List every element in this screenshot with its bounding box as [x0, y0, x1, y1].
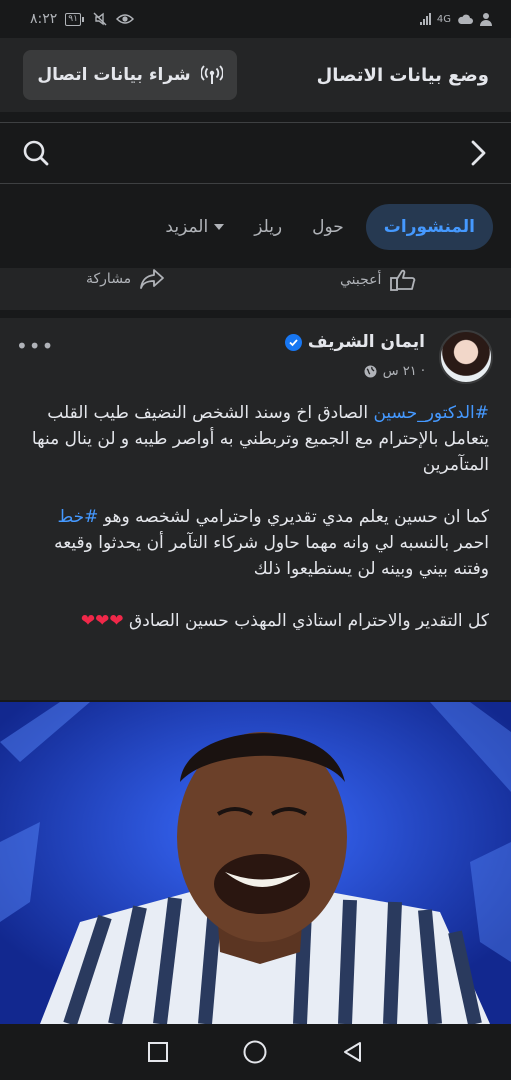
data-mode-title: وضع بيانات الاتصال	[316, 64, 489, 86]
post-meta: ٢١ س ·	[364, 364, 425, 379]
paragraph-2-text-a: كما ان حسين يعلم مدي تقديري واحترامي لشخ…	[98, 507, 489, 527]
post-paragraph-3: كل التقدير والاحترام استاذي المهذب حسين …	[20, 608, 489, 634]
post-text: #الدكتور_حسين الصادق اخ وسند الشخص النضي…	[0, 394, 511, 634]
tab-more[interactable]: المزيد	[157, 205, 232, 249]
buy-data-button[interactable]: شراء بيانات اتصال	[23, 50, 237, 100]
post-photo[interactable]	[0, 702, 511, 1024]
data-mode-bar: شراء بيانات اتصال وضع بيانات الاتصال	[0, 38, 511, 112]
status-left: ٨:٢٢ ٩١	[30, 11, 134, 27]
network-type: 4G	[436, 13, 451, 25]
previous-post-actions: مشاركة أعجبني	[0, 268, 511, 310]
person-icon	[480, 13, 492, 26]
tab-reels-label: ريلز	[254, 217, 283, 237]
share-button[interactable]: مشاركة	[86, 268, 165, 290]
tab-about[interactable]: حول	[304, 205, 352, 249]
post-paragraph-2: كما ان حسين يعلم مدي تقديري واحترامي لشخ…	[20, 504, 489, 582]
back-icon[interactable]	[341, 1040, 365, 1064]
paragraph-3-text: كل التقدير والاحترام استاذي المهذب حسين …	[123, 611, 489, 631]
post-card: ايمان الشريف ٢١ س · ••• #الدكتور_حسين ال…	[0, 318, 511, 700]
author-name[interactable]: ايمان الشريف	[308, 332, 425, 352]
battery-icon: ٩١	[65, 12, 84, 26]
paragraph-2-text-b: احمر بالنسبه لي وانه مهما حاول شركاء الت…	[54, 533, 489, 579]
cloud-icon	[458, 14, 473, 24]
share-label: مشاركة	[86, 271, 132, 287]
heart-emoji: ❤❤❤	[80, 611, 124, 631]
more-options-icon[interactable]: •••	[16, 334, 54, 358]
tab-more-label: المزيد	[165, 217, 209, 237]
status-bar: ٨:٢٢ ٩١ 4G	[0, 0, 511, 38]
like-label: أعجبني	[340, 272, 382, 288]
dropdown-caret-icon	[214, 224, 225, 230]
recent-apps-icon[interactable]	[147, 1041, 169, 1063]
globe-icon	[364, 365, 377, 378]
buy-data-label: شراء بيانات اتصال	[37, 65, 191, 85]
hashtag-link[interactable]: #الدكتور_حسين	[373, 403, 489, 423]
post-time[interactable]: ٢١ س ·	[383, 364, 425, 379]
thumbs-up-icon	[390, 269, 416, 291]
profile-tabs: المنشورات حول ريلز المزيد	[0, 184, 511, 270]
mute-icon	[93, 12, 107, 26]
avatar[interactable]	[439, 330, 493, 384]
share-icon	[140, 269, 165, 289]
like-button[interactable]: أعجبني	[340, 268, 417, 292]
search-bar	[0, 122, 511, 184]
post-header: ايمان الشريف ٢١ س · •••	[0, 318, 511, 394]
home-icon[interactable]	[242, 1039, 268, 1065]
verified-badge-icon	[284, 333, 302, 351]
tab-posts-label: المنشورات	[383, 217, 475, 237]
hashtag-link[interactable]: #خط	[57, 507, 98, 527]
broadcast-icon	[200, 65, 223, 84]
system-nav-bar	[0, 1024, 511, 1080]
author-row: ايمان الشريف	[284, 332, 425, 352]
signal-icon	[419, 13, 431, 25]
tab-about-label: حول	[312, 217, 344, 237]
back-arrow-icon[interactable]	[469, 139, 487, 167]
post-paragraph-1: #الدكتور_حسين الصادق اخ وسند الشخص النضي…	[20, 400, 489, 478]
status-right: 4G	[419, 12, 493, 26]
post-photo-illustration	[0, 702, 511, 1024]
tab-posts[interactable]: المنشورات	[365, 204, 493, 250]
battery-level: ٩١	[65, 12, 81, 26]
search-icon[interactable]	[22, 139, 50, 167]
tab-reels[interactable]: ريلز	[246, 205, 290, 249]
status-time: ٨:٢٢	[30, 11, 58, 27]
eye-icon	[115, 14, 134, 24]
